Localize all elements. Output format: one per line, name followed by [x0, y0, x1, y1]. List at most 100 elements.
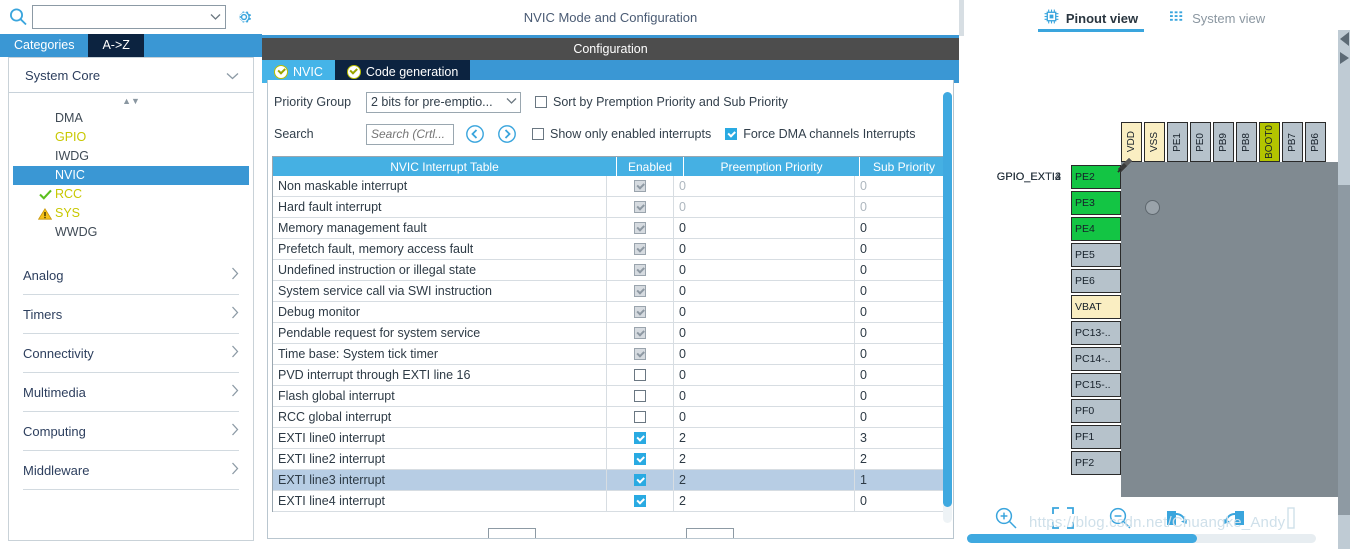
pin-pe2[interactable]: GPIO_EXTI2 PE2: [997, 158, 1132, 189]
checkbox-box[interactable]: [634, 390, 646, 402]
sidebar-item-rcc[interactable]: RCC: [9, 185, 253, 204]
row-sub[interactable]: 0: [855, 260, 948, 280]
row-preemption[interactable]: 0: [674, 344, 855, 364]
pin-pc13[interactable]: PC13-..: [1071, 321, 1121, 345]
row-enabled-checkbox[interactable]: [607, 491, 674, 511]
table-row[interactable]: EXTI line0 interrupt 2 3: [273, 428, 948, 449]
pin-pf0[interactable]: PF0: [1071, 399, 1121, 423]
pin-pe1[interactable]: PE1: [1167, 122, 1188, 162]
row-enabled-checkbox[interactable]: [607, 365, 674, 385]
collapse-left-arrow-icon[interactable]: [1340, 32, 1349, 46]
row-sub[interactable]: 0: [855, 302, 948, 322]
row-enabled-checkbox[interactable]: [607, 386, 674, 406]
checkbox-box[interactable]: [634, 285, 646, 297]
row-enabled-checkbox[interactable]: [607, 428, 674, 448]
sidebar-item-nvic[interactable]: NVIC: [13, 166, 249, 185]
pin-pc15[interactable]: PC15-..: [1071, 373, 1121, 397]
row-preemption[interactable]: 0: [674, 197, 855, 217]
checkbox-box[interactable]: [634, 264, 646, 276]
next-circle-icon[interactable]: [496, 123, 518, 145]
row-sub[interactable]: 0: [855, 281, 948, 301]
row-sub[interactable]: 1: [855, 470, 948, 490]
sidebar-item-gpio[interactable]: GPIO: [9, 128, 253, 147]
checkbox-box[interactable]: [634, 453, 646, 465]
table-vertical-scrollbar[interactable]: [943, 92, 952, 523]
chevron-right-icon[interactable]: [231, 267, 239, 283]
sidebar-tab-categories[interactable]: Categories: [0, 34, 89, 57]
checkbox-box[interactable]: [634, 411, 646, 423]
checkbox-box[interactable]: [634, 474, 646, 486]
sidebar-item-wwdg[interactable]: WWDG: [9, 223, 253, 242]
checkbox-box[interactable]: [532, 128, 544, 140]
pin-pe6[interactable]: PE6: [1071, 269, 1121, 293]
row-preemption[interactable]: 0: [674, 407, 855, 427]
table-row[interactable]: EXTI line3 interrupt 2 1: [273, 470, 948, 491]
row-preemption[interactable]: 0: [674, 302, 855, 322]
checkbox-box[interactable]: [634, 201, 646, 213]
table-row[interactable]: Hard fault interrupt 0 0: [273, 197, 948, 218]
sort-by-preemption-checkbox[interactable]: Sort by Premption Priority and Sub Prior…: [535, 95, 788, 109]
sidebar-category-computing[interactable]: Computing: [23, 412, 239, 451]
close-button[interactable]: [685, 528, 734, 538]
chevron-down-icon[interactable]: [205, 13, 225, 21]
chevron-right-icon[interactable]: [231, 423, 239, 439]
row-sub[interactable]: 0: [855, 365, 948, 385]
table-row[interactable]: Pendable request for system service 0 0: [273, 323, 948, 344]
pin-boot0[interactable]: BOOT0: [1259, 122, 1280, 162]
row-enabled-checkbox[interactable]: [607, 218, 674, 238]
row-enabled-checkbox[interactable]: [607, 260, 674, 280]
pinout-horizontal-scrollbar[interactable]: [967, 534, 1316, 543]
apply-button[interactable]: [487, 528, 536, 538]
row-sub[interactable]: 0: [855, 239, 948, 259]
pinout-vertical-scrollbar[interactable]: [1338, 30, 1350, 549]
row-preemption[interactable]: 0: [674, 218, 855, 238]
sidebar-category-multimedia[interactable]: Multimedia: [23, 373, 239, 412]
scrollbar-thumb[interactable]: [967, 534, 1198, 543]
row-enabled-checkbox[interactable]: [607, 407, 674, 427]
tab-pinout-view[interactable]: Pinout view: [1037, 0, 1145, 36]
search-input-wrap[interactable]: [366, 123, 454, 145]
row-sub[interactable]: 2: [855, 449, 948, 469]
table-row[interactable]: EXTI line2 interrupt 2 2: [273, 449, 948, 470]
sidebar-category-middleware[interactable]: Middleware: [23, 451, 239, 490]
row-sub[interactable]: 0: [855, 218, 948, 238]
row-enabled-checkbox[interactable]: [607, 239, 674, 259]
row-enabled-checkbox[interactable]: [607, 197, 674, 217]
sidebar-item-sys[interactable]: SYS: [9, 204, 253, 223]
sidebar-category-analog[interactable]: Analog: [23, 256, 239, 295]
column-header-enabled[interactable]: Enabled: [617, 157, 684, 176]
row-enabled-checkbox[interactable]: [607, 176, 674, 196]
row-preemption[interactable]: 0: [674, 239, 855, 259]
row-sub[interactable]: 0: [855, 407, 948, 427]
row-sub[interactable]: 0: [855, 491, 948, 511]
checkbox-box[interactable]: [634, 327, 646, 339]
checkbox-box[interactable]: [634, 243, 646, 255]
scrollbar-thumb[interactable]: [1338, 185, 1350, 515]
row-sub[interactable]: 3: [855, 428, 948, 448]
force-dma-checkbox[interactable]: Force DMA channels Interrupts: [725, 127, 916, 141]
search-input[interactable]: [367, 124, 453, 144]
sidebar-item-dma[interactable]: DMA: [9, 109, 253, 128]
chevron-right-icon[interactable]: [231, 306, 239, 322]
table-row[interactable]: System service call via SWI instruction …: [273, 281, 948, 302]
sidebar-category-connectivity[interactable]: Connectivity: [23, 334, 239, 373]
checkbox-box[interactable]: [634, 306, 646, 318]
chevron-right-icon[interactable]: [231, 462, 239, 478]
row-enabled-checkbox[interactable]: [607, 470, 674, 490]
pin-pb6[interactable]: PB6: [1305, 122, 1326, 162]
pin-vbat[interactable]: VBAT: [1071, 295, 1121, 319]
pin-pe4[interactable]: GPIO_EXTI4 PE4: [997, 158, 1132, 241]
table-row[interactable]: Flash global interrupt 0 0: [273, 386, 948, 407]
row-sub[interactable]: 0: [855, 197, 948, 217]
pin-pb8[interactable]: PB8: [1236, 122, 1257, 162]
checkbox-box[interactable]: [634, 432, 646, 444]
row-preemption[interactable]: 0: [674, 281, 855, 301]
checkbox-box[interactable]: [725, 128, 738, 140]
checkbox-box[interactable]: [634, 495, 646, 507]
peripheral-search-input[interactable]: [33, 7, 205, 27]
checkbox-box[interactable]: [634, 180, 646, 192]
table-row[interactable]: Non maskable interrupt 0 0: [273, 176, 948, 197]
row-sub[interactable]: 0: [855, 344, 948, 364]
search-icon[interactable]: [8, 7, 28, 27]
pin-pb9[interactable]: PB9: [1213, 122, 1234, 162]
